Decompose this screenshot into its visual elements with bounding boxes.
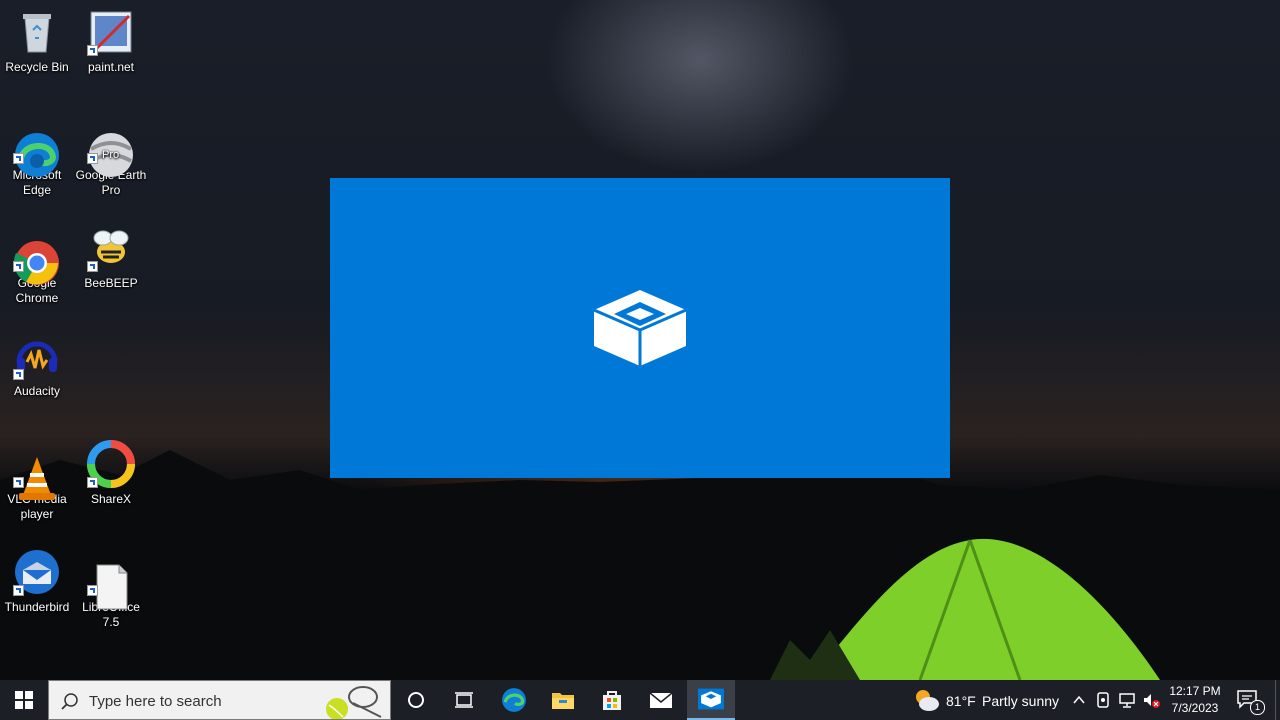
desktop-icon-libreoffice[interactable]: LibreOffice 7.5: [74, 548, 148, 630]
clock-button[interactable]: 12:17 PM 7/3/2023: [1160, 683, 1230, 717]
chevron-up-icon: [1073, 695, 1085, 704]
show-hidden-icons-button[interactable]: [1071, 692, 1087, 708]
search-icon: [61, 693, 78, 710]
desktop-icon-google-chrome[interactable]: Google Chrome: [0, 224, 74, 306]
weather-widget-icon[interactable]: [912, 687, 940, 713]
audacity-icon: [13, 332, 61, 380]
desktop-icon-recycle-bin[interactable]: Recycle Bin: [0, 8, 74, 75]
shortcut-arrow-icon: [87, 261, 98, 272]
windows-sandbox-icon: [593, 290, 687, 366]
store-icon: [603, 691, 621, 710]
notification-count-badge: 1: [1250, 700, 1265, 715]
show-desktop-button[interactable]: [1275, 680, 1280, 720]
search-placeholder: Type here to search: [89, 693, 222, 710]
action-center-button[interactable]: 1: [1236, 688, 1265, 715]
beebeep-icon: [87, 224, 135, 272]
edge-icon: [502, 688, 526, 712]
sandbox-splash-window: [330, 178, 950, 478]
desktop-icon-beebeep[interactable]: BeeBEEP: [74, 224, 148, 291]
desktop-icon-label: ShareX: [90, 492, 132, 506]
windows-sandbox-icon: [698, 688, 724, 710]
desktop-icon-thunderbird[interactable]: Thunderbird: [0, 548, 74, 615]
tent-illustration: [770, 538, 1160, 680]
weather-condition[interactable]: Partly sunny: [982, 693, 1059, 709]
start-button[interactable]: [0, 680, 48, 720]
edge-icon: [13, 116, 61, 177]
shortcut-arrow-icon: [13, 585, 24, 596]
taskbar-mail[interactable]: [637, 680, 685, 720]
cortana-icon: [408, 692, 424, 708]
desktop-icon-microsoft-edge[interactable]: Microsoft Edge: [0, 116, 74, 198]
shortcut-arrow-icon: [87, 153, 98, 164]
recycle-bin-icon: [13, 8, 61, 56]
sharex-icon: [87, 440, 135, 488]
shortcut-arrow-icon: [13, 369, 24, 380]
desktop-icon-label: Recycle Bin: [5, 60, 69, 74]
desktop-icon-google-earth-pro[interactable]: Pro Google Earth Pro: [74, 116, 148, 198]
volume-muted-icon: [1144, 694, 1160, 708]
google-earth-icon: Pro: [87, 116, 135, 177]
clock-time: 12:17 PM: [1169, 684, 1221, 698]
taskbar-windows-sandbox[interactable]: [687, 680, 735, 720]
desktop-icon-audacity[interactable]: Audacity: [0, 332, 74, 399]
network-icon: [1119, 693, 1135, 708]
search-highlight-icon: [326, 686, 382, 719]
desktop-icon-label: Thunderbird: [4, 600, 70, 614]
file-explorer-icon: [552, 693, 574, 709]
pro-badge: Pro: [102, 149, 120, 161]
taskbar-search-box[interactable]: Type here to search: [48, 680, 391, 720]
shortcut-arrow-icon: [87, 45, 98, 56]
libreoffice-icon: [87, 548, 135, 610]
clock-date: 7/3/2023: [1171, 701, 1219, 715]
windows-logo-icon: [15, 691, 33, 709]
weather-temp[interactable]: 81°F: [946, 693, 976, 709]
shortcut-arrow-icon: [13, 261, 24, 272]
desktop-icon-label: paint.net: [87, 60, 135, 74]
shortcut-arrow-icon: [13, 477, 24, 488]
paintnet-icon: [87, 8, 135, 56]
taskbar-file-explorer[interactable]: [539, 680, 587, 720]
thunderbird-icon: [13, 548, 61, 596]
desktop-icon-label: Audacity: [13, 384, 61, 398]
mail-icon: [649, 692, 673, 708]
device-icon: [1097, 692, 1109, 708]
shortcut-arrow-icon: [13, 153, 24, 164]
taskbar-store[interactable]: [588, 680, 636, 720]
network-button[interactable]: [1118, 691, 1136, 709]
shortcut-arrow-icon: [87, 477, 98, 488]
desktop-icon-vlc-media-player[interactable]: VLC media player: [0, 440, 74, 522]
volume-button[interactable]: [1142, 691, 1160, 709]
desktop-icon-label: BeeBEEP: [84, 276, 138, 290]
taskbar-edge[interactable]: [490, 680, 538, 720]
chrome-icon: [13, 224, 61, 285]
task-view-button[interactable]: [440, 680, 488, 720]
shortcut-arrow-icon: [87, 585, 98, 596]
tray-device-icon-button[interactable]: [1095, 691, 1111, 709]
desktop-icon-sharex[interactable]: ShareX: [74, 440, 148, 507]
partly-sunny-icon: [916, 690, 939, 711]
cortana-button[interactable]: [392, 680, 440, 720]
task-view-icon: [455, 692, 473, 708]
desktop-icon-paintnet[interactable]: paint.net: [74, 8, 148, 75]
vlc-icon: [13, 440, 61, 500]
